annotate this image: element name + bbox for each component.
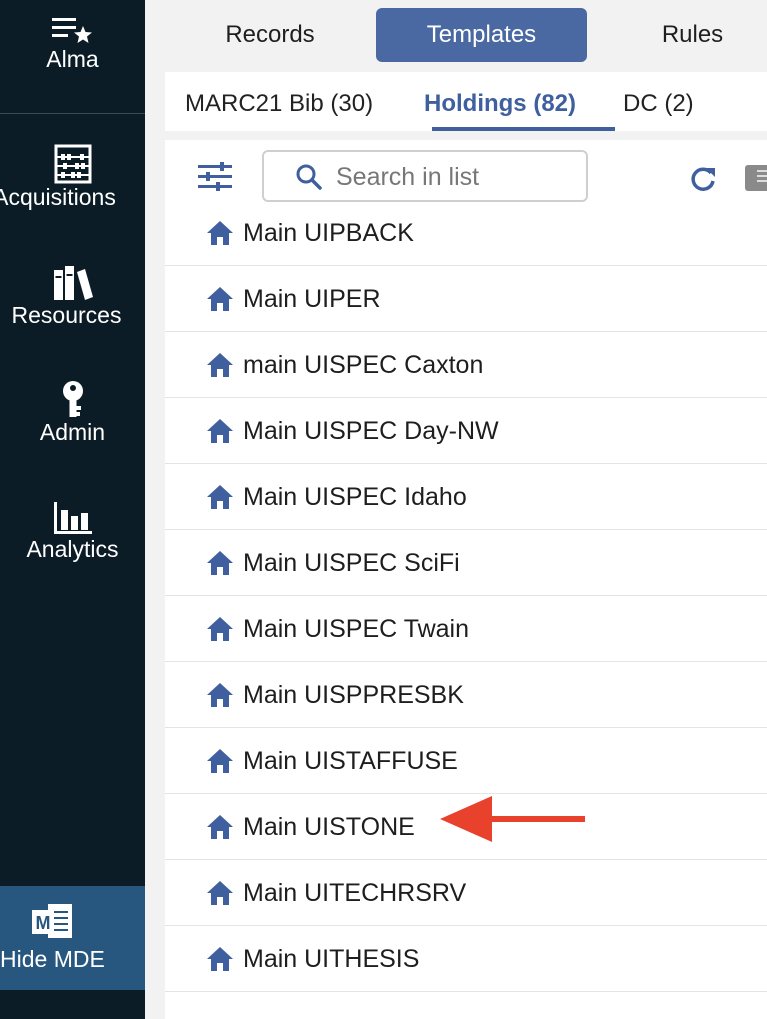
sidebar-item-label: Admin (39, 419, 106, 445)
holdings-home-icon (207, 551, 233, 575)
holdings-home-icon (207, 221, 233, 245)
list-item-label: Main UISPEC Idaho (243, 483, 467, 511)
search-icon (296, 164, 322, 190)
list-item[interactable]: Main UITHESIS (165, 926, 767, 992)
tab-records[interactable]: Records (185, 8, 355, 62)
search-placeholder: Search in list (336, 163, 480, 191)
list-item[interactable]: Main UISTAFFUSE (165, 728, 767, 794)
tab-templates[interactable]: Templates (376, 8, 587, 62)
holdings-home-icon (207, 419, 233, 443)
sliders-icon[interactable] (198, 162, 232, 192)
sidebar-item-label: Analytics (26, 536, 119, 562)
sidebar-item-label: Acquisitions (0, 184, 116, 210)
list-item[interactable]: Main UIPER (165, 266, 767, 332)
list-item-label: Main UISPPRESBK (243, 681, 464, 709)
list-item[interactable]: Main UISPEC Twain (165, 596, 767, 662)
list-item-label: Main UISTONE (243, 813, 415, 841)
sidebar-divider (0, 113, 145, 114)
list-item-label: main UISPEC Caxton (243, 351, 484, 379)
annotation-arrow (440, 796, 585, 842)
list-item-label: Main UIPER (243, 285, 381, 313)
active-tab-indicator (432, 127, 615, 131)
list-item[interactable]: Main UITECHRSRV (165, 860, 767, 926)
holdings-home-icon (207, 485, 233, 509)
refresh-icon[interactable] (689, 165, 717, 193)
list-item-label: Main UITECHRSRV (243, 879, 467, 907)
template-type-tabs: MARC21 Bib (30) Holdings (82) DC (2) (165, 72, 767, 131)
key-icon (62, 381, 83, 417)
list-item[interactable]: Main UISPEC Idaho (165, 464, 767, 530)
sidebar-item-acquisitions[interactable]: Acquisitions (0, 144, 145, 211)
subtab-marc21-bib[interactable]: MARC21 Bib (30) (185, 72, 373, 131)
mde-icon: M (32, 904, 72, 938)
list-item-label: Main UISPEC Twain (243, 615, 470, 643)
sidebar-item-alma[interactable]: Alma (0, 14, 145, 73)
list-item[interactable]: Main UISPPRESBK (165, 662, 767, 728)
list-item[interactable]: Main UISPEC SciFi (165, 530, 767, 596)
holdings-home-icon (207, 749, 233, 773)
tab-rules[interactable]: Rules (625, 8, 760, 62)
list-item-label: Main UIPBACK (243, 219, 414, 247)
bar-chart-icon (53, 502, 92, 534)
list-item[interactable]: Main UIPBACK (165, 200, 767, 266)
holdings-home-icon (207, 881, 233, 905)
alma-menu-icon (51, 18, 92, 43)
template-list-panel: Search in list Main UIPBACK Main UIPER mai… (165, 140, 767, 1019)
main-panel: Records Templates Rules MARC21 Bib (30) … (145, 0, 767, 1019)
hide-mde-label: Hide MDE (0, 946, 105, 972)
sidebar-item-admin[interactable]: Admin (0, 379, 145, 446)
abacus-icon (54, 144, 91, 184)
list-item[interactable]: main UISPEC Caxton (165, 332, 767, 398)
holdings-home-icon (207, 617, 233, 641)
holdings-home-icon (207, 353, 233, 377)
list-item-label: Main UITHESIS (243, 945, 420, 973)
list-item[interactable]: Main UISPEC Day-NW (165, 398, 767, 464)
subtab-holdings[interactable]: Holdings (82) (424, 72, 576, 131)
holdings-home-icon (207, 287, 233, 311)
list-item-label: Main UISPEC SciFi (243, 549, 460, 577)
holdings-home-icon (207, 815, 233, 839)
list-item-label: Main UISPEC Day-NW (243, 417, 499, 445)
sidebar-item-label: Resources (11, 302, 122, 328)
layout-toggle-icon[interactable] (745, 165, 767, 191)
sidebar-item-analytics[interactable]: Analytics (0, 500, 145, 563)
sidebar-item-resources[interactable]: Resources (0, 266, 145, 329)
sidebar-item-label: Alma (46, 46, 99, 72)
list-item-label: Main UISTAFFUSE (243, 747, 458, 775)
holdings-home-icon (207, 683, 233, 707)
sidebar: Alma Acquisitions Resources Admin Analyt… (0, 0, 145, 1019)
holdings-home-icon (207, 947, 233, 971)
search-input[interactable]: Search in list (262, 150, 588, 202)
svg-text:M: M (36, 913, 51, 933)
hide-mde-button[interactable]: M Hide MDE (0, 886, 145, 990)
subtab-dc[interactable]: DC (2) (623, 72, 694, 131)
books-icon (53, 266, 93, 300)
